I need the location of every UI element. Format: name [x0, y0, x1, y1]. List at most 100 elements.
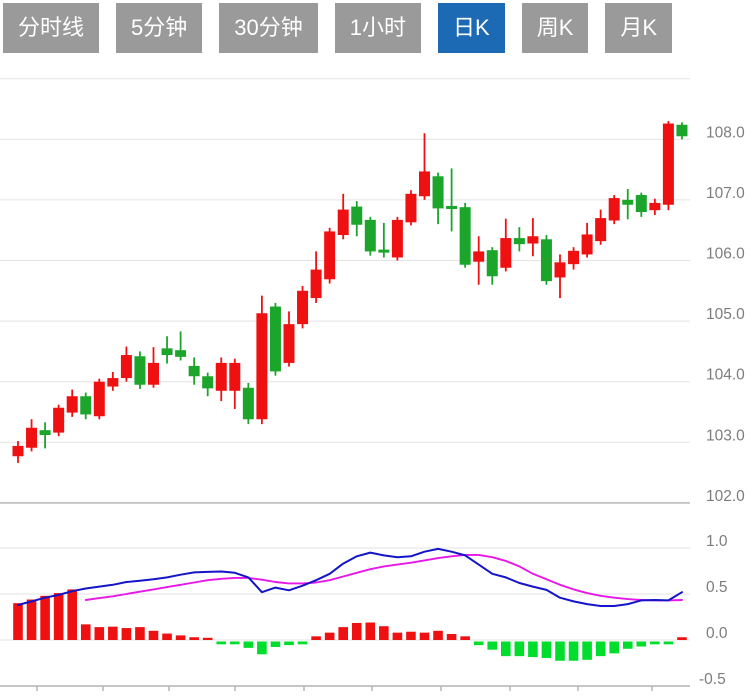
timeframe-button-3[interactable]: 1小时: [335, 3, 421, 53]
price-axis-label: 104.0: [706, 367, 745, 384]
candle-body: [622, 200, 633, 205]
macd-bar-up: [460, 636, 470, 640]
candle-body: [189, 366, 200, 376]
macd-bar-up: [203, 638, 213, 640]
candle-body: [676, 125, 687, 137]
timeframe-toolbar: 分时线 5分钟 30分钟 1小时日K 周K 月K: [3, 3, 689, 53]
candle-body: [243, 388, 254, 420]
macd-bar-down: [216, 642, 226, 645]
macd-bar-up: [27, 600, 37, 640]
dif-line: [18, 549, 682, 606]
timeframe-button-2[interactable]: 30分钟: [219, 3, 317, 53]
macd-bar-down: [542, 642, 552, 658]
candle-body: [405, 194, 416, 222]
candle-body: [67, 396, 78, 412]
candle-body: [636, 195, 647, 212]
candle-body: [351, 207, 362, 225]
candle-body: [148, 363, 159, 385]
macd-axis-label: -0.5: [699, 671, 726, 688]
macd-bar-down: [623, 642, 633, 649]
candle-body: [446, 206, 457, 209]
macd-bar-up: [325, 633, 335, 640]
macd-bar-up: [40, 596, 50, 640]
macd-bar-up: [108, 627, 118, 640]
candle-body: [121, 355, 132, 378]
macd-bar-up: [95, 627, 105, 640]
timeframe-button-0[interactable]: 分时线: [3, 3, 99, 53]
macd-bar-down: [596, 642, 606, 657]
macd-bar-up: [81, 624, 91, 640]
macd-axis-label: 0.5: [706, 579, 728, 596]
macd-bar-up: [366, 623, 376, 640]
macd-bar-up: [406, 632, 416, 640]
macd-bar-down: [284, 642, 294, 646]
macd-bar-down: [271, 642, 281, 647]
macd-bar-up: [13, 603, 23, 640]
candle-body: [663, 124, 674, 205]
candle-body: [53, 408, 64, 433]
macd-bar-up: [338, 627, 348, 640]
candle-body: [107, 378, 118, 386]
timeframe-button-1[interactable]: 5分钟: [116, 3, 202, 53]
macd-bar-up: [311, 636, 321, 640]
candle-body: [378, 250, 389, 253]
candle-body: [13, 446, 24, 456]
timeframe-button-6[interactable]: 月K: [605, 3, 672, 53]
macd-bar-down: [637, 642, 647, 647]
candle-series: [13, 121, 688, 463]
chart-svg: 108.0107.0106.0105.0104.0103.0102.01.00.…: [0, 0, 754, 691]
macd-bar-up: [677, 637, 687, 640]
candle-body: [229, 363, 240, 391]
macd-axis-label: 0.0: [706, 625, 728, 642]
macd-bar-up: [433, 631, 443, 640]
candle-body: [26, 428, 37, 448]
macd-bar-up: [379, 626, 389, 640]
candle-body: [94, 382, 105, 417]
candle-body: [216, 363, 227, 391]
candle-body: [297, 291, 308, 324]
timeframe-button-4[interactable]: 日K: [438, 3, 505, 53]
candle-body: [270, 307, 281, 372]
candle-body: [555, 262, 566, 277]
candle-body: [392, 220, 403, 258]
candle-body: [527, 236, 538, 243]
macd-bar-down: [664, 642, 674, 645]
macd-axis-label: 1.0: [706, 533, 728, 550]
candle-body: [582, 234, 593, 254]
macd-bar-up: [176, 635, 186, 640]
macd-bar-up: [189, 637, 199, 640]
candle-body: [419, 171, 430, 196]
kline-chart-panel[interactable]: 108.0107.0106.0105.0104.0103.0102.01.00.…: [0, 0, 754, 691]
macd-bar-up: [149, 631, 159, 640]
macd-bar-down: [528, 642, 538, 658]
candle-body: [175, 350, 186, 357]
candle-body: [487, 250, 498, 276]
price-axis-label: 107.0: [706, 185, 745, 202]
price-axis-label: 106.0: [706, 246, 745, 263]
macd-bar-down: [474, 642, 484, 646]
candle-body: [541, 239, 552, 281]
macd-bar-up: [447, 634, 457, 640]
candle-body: [460, 207, 471, 265]
macd-bar-down: [501, 642, 511, 657]
candle-body: [80, 396, 91, 414]
candle-body: [40, 430, 51, 435]
macd-bar-down: [650, 642, 660, 645]
macd-bar-down: [515, 642, 525, 657]
macd-bar-up: [67, 589, 77, 640]
macd-bar-down: [582, 642, 592, 660]
candle-body: [338, 210, 349, 235]
macd-histogram: [13, 589, 687, 660]
macd-grid: [0, 548, 690, 691]
candle-body: [365, 220, 376, 252]
price-axis-label: 108.0: [706, 124, 745, 141]
timeframe-button-5[interactable]: 周K: [522, 3, 589, 53]
candle-body: [514, 238, 525, 244]
price-axis-label: 103.0: [706, 427, 745, 444]
macd-bar-up: [352, 623, 362, 640]
candle-body: [134, 356, 145, 384]
candle-body: [433, 176, 444, 208]
candle-body: [473, 251, 484, 261]
candle-body: [162, 348, 173, 355]
candle-body: [595, 218, 606, 241]
